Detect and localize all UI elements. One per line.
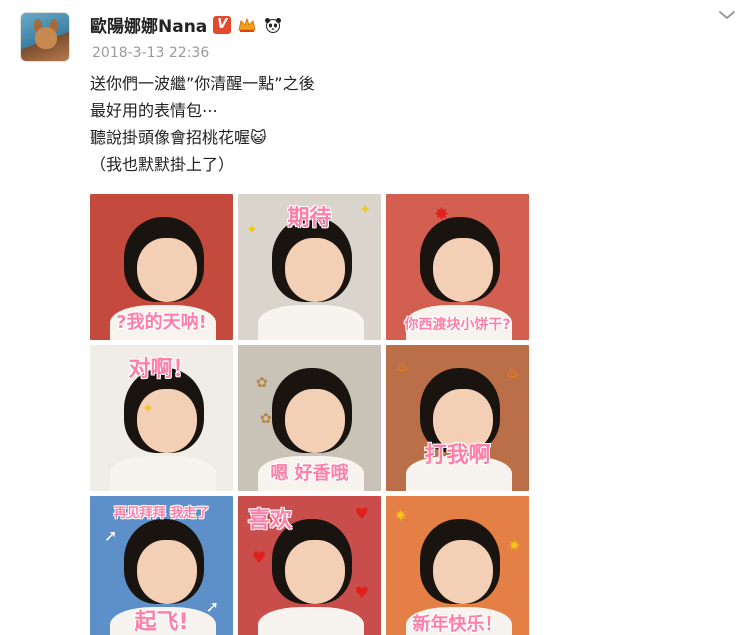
cookie-icon: ✿ xyxy=(256,375,268,391)
sticker-image[interactable]: ✿ ✿ 嗯 好香哦 xyxy=(238,345,381,491)
sparkle-icon: ✦ xyxy=(142,401,154,417)
avatar-fawn xyxy=(35,27,57,49)
sticker-caption: 你西渡块小饼干? xyxy=(404,317,511,333)
sticker-caption: 嗯 好香哦 xyxy=(270,463,349,484)
sticker-image[interactable]: ➚ ➚ 再见拜拜 我走了 起飞! xyxy=(90,496,233,635)
crown-icon[interactable] xyxy=(237,16,257,34)
girl-body xyxy=(258,606,364,635)
girl-face xyxy=(433,539,494,605)
girl-face xyxy=(137,388,198,454)
fire-icon: ♨ xyxy=(396,359,409,375)
heart-icon: ♥ xyxy=(252,548,267,567)
author-name[interactable]: 歐陽娜娜Nana xyxy=(90,12,207,37)
post-timestamp[interactable]: 2018-3-13 22:36 xyxy=(92,45,209,61)
panda-icon[interactable] xyxy=(263,16,283,34)
cookie-icon: ✿ xyxy=(260,411,272,427)
post-text-line: （我也默默掛上了） xyxy=(90,155,235,174)
girl-body xyxy=(258,304,364,340)
sticker-caption: 打我啊 xyxy=(424,443,491,468)
post-header: 歐陽娜娜Nana V xyxy=(90,12,283,37)
sticker-image[interactable]: ?我的天呐! xyxy=(90,194,233,340)
sticker-caption: ?我的天呐! xyxy=(116,312,207,333)
sticker-grid: ?我的天呐! ✦ ✦ 期待 ✸ 你西渡块小饼干? ✦ 对啊！ ✿ ✿ 嗯 好香哦… xyxy=(90,194,530,635)
girl-face xyxy=(285,237,346,303)
anger-icon: ✸ xyxy=(434,204,450,225)
sticker-caption: 新年快乐！ xyxy=(412,614,503,635)
sticker-caption: 期待 xyxy=(287,206,332,231)
sticker-caption-secondary: 起飞! xyxy=(134,610,189,635)
sticker-image[interactable]: ✦ 对啊！ xyxy=(90,345,233,491)
sticker-caption: 对啊！ xyxy=(128,357,195,382)
sticker-image[interactable]: ♨ ♨ 打我啊 xyxy=(386,345,529,491)
post-text: 送你們一波繼”你清醒一點”之後 最好用的表情包⋯ 聽說掛頭像會招桃花喔😺 （我也… xyxy=(90,70,315,178)
heart-icon: ♥ xyxy=(354,583,369,602)
sticker-image[interactable]: ✸ 你西渡块小饼干? xyxy=(386,194,529,340)
post-text-line: 最好用的表情包⋯ xyxy=(90,101,219,120)
girl-body xyxy=(110,455,216,491)
party-popper-icon: ✷ xyxy=(507,536,521,555)
chevron-down-icon[interactable] xyxy=(716,6,738,24)
sticker-image[interactable]: ✦ ✦ 期待 xyxy=(238,194,381,340)
avatar[interactable] xyxy=(20,12,70,62)
verified-badge[interactable]: V xyxy=(213,15,232,34)
fire-icon: ♨ xyxy=(506,365,519,381)
sticker-image[interactable]: ♥ ♥ ♥ 喜欢 xyxy=(238,496,381,635)
sticker-image[interactable]: ✷ ✷ 新年快乐！ xyxy=(386,496,529,635)
post-text-line: 聽說掛頭像會招桃花喔😺 xyxy=(90,128,267,147)
sticker-caption: 再见拜拜 我走了 xyxy=(113,506,210,521)
weibo-post: 歐陽娜娜Nana V 2018-3-13 22:36 送你們一波繼”你清醒一點”… xyxy=(0,0,750,635)
girl-face xyxy=(285,539,346,605)
girl-face xyxy=(137,237,198,303)
sticker-caption: 喜欢 xyxy=(248,508,293,533)
girl-face xyxy=(433,237,494,303)
party-popper-icon: ✷ xyxy=(394,506,408,525)
post-text-line: 送你們一波繼”你清醒一點”之後 xyxy=(90,74,315,93)
girl-face xyxy=(137,539,198,605)
girl-face xyxy=(285,388,346,454)
rocket-icon: ➚ xyxy=(104,526,118,545)
